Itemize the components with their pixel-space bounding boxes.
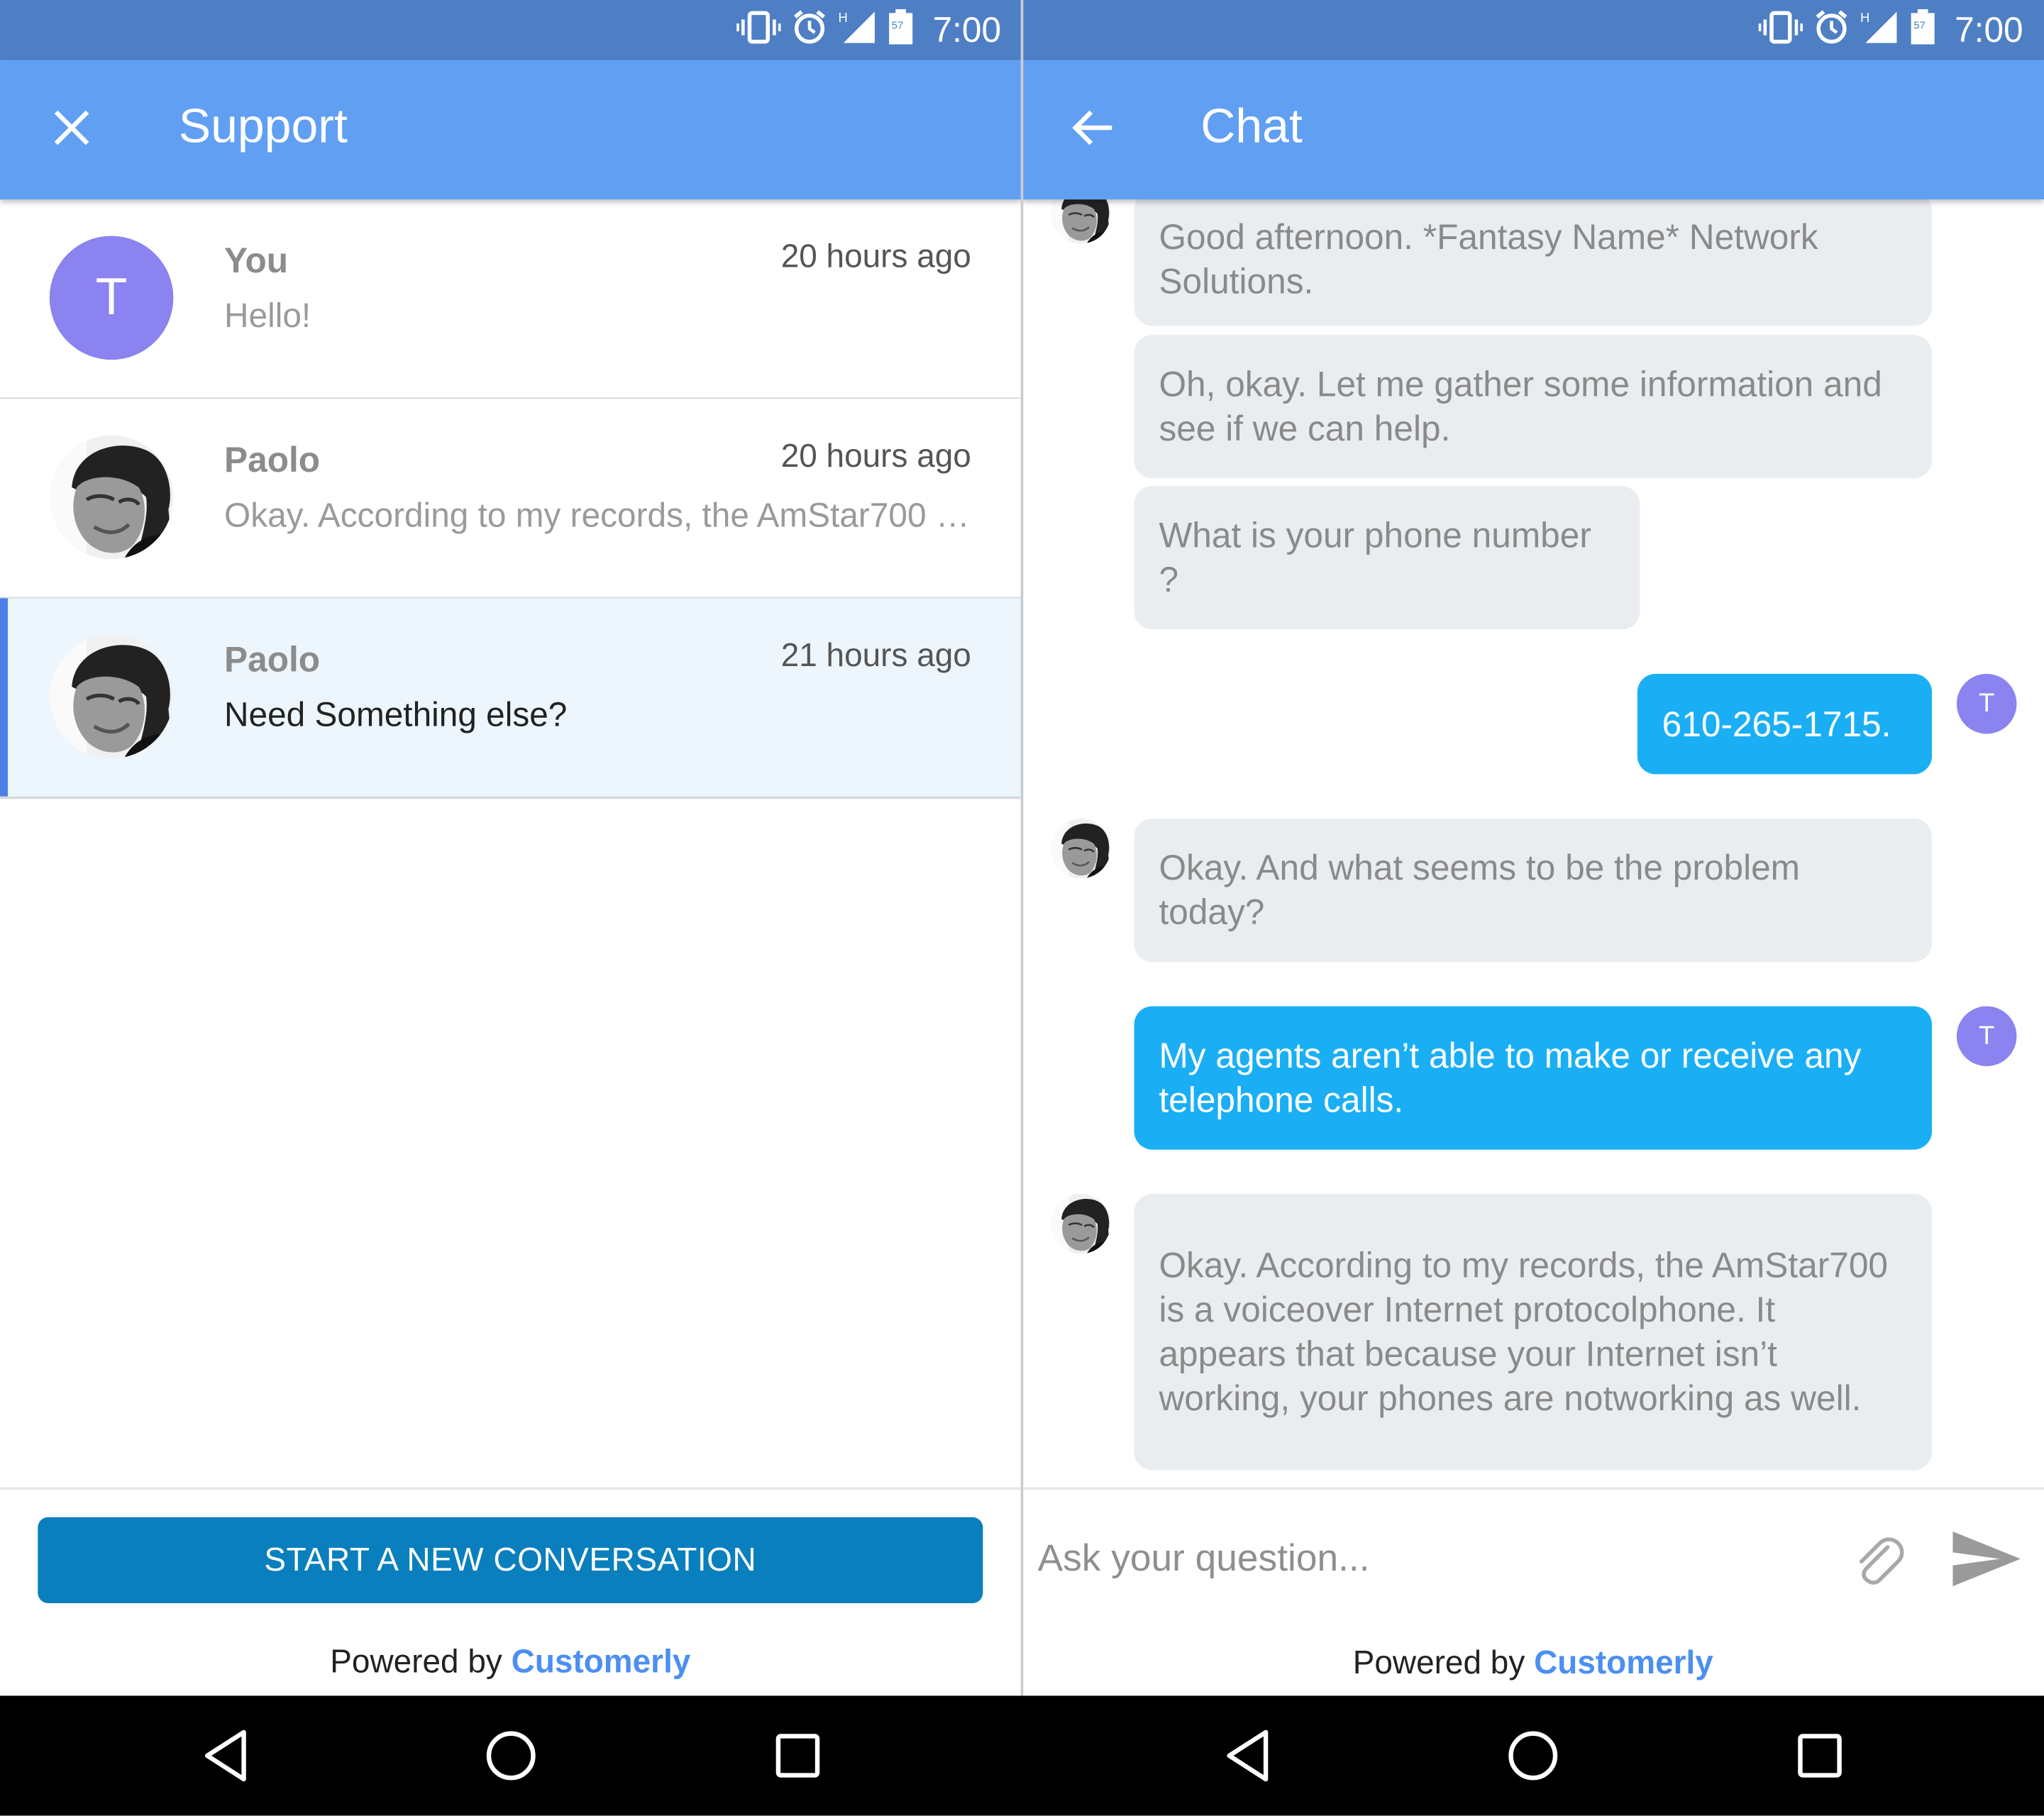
page-title: Support <box>178 99 348 153</box>
alarm-icon <box>1814 9 1850 52</box>
conversation-time: 20 hours ago <box>780 238 971 275</box>
conversation-name: You <box>224 240 289 281</box>
support-footer: START A NEW CONVERSATION Powered by Cust… <box>0 1487 1021 1699</box>
svg-text:57: 57 <box>1914 20 1926 31</box>
paperclip-icon[interactable] <box>1848 1532 1906 1589</box>
conversation-preview: Okay. According to my records, the AmSta… <box>224 495 974 535</box>
message-list: Good afternoon. *Fantasy Name* Network S… <box>1022 199 2044 1487</box>
question-input[interactable] <box>1034 1518 1823 1600</box>
powered-by-label: Powered by <box>330 1643 502 1681</box>
battery-icon: 57 <box>888 8 915 52</box>
back-triangle-icon[interactable] <box>1215 1723 1280 1788</box>
recents-square-icon[interactable] <box>1787 1723 1852 1788</box>
status-time: 7:00 <box>932 9 1002 49</box>
close-icon[interactable] <box>43 99 101 157</box>
battery-icon: 57 <box>1911 8 1937 52</box>
conversation-item-selected[interactable]: Paolo 21 hours ago Need Something else? <box>0 598 1021 799</box>
user-message: 610-265-1715. <box>1637 673 1933 775</box>
page-title: Chat <box>1200 99 1303 153</box>
status-bar: H 57 7:00 <box>0 0 1022 60</box>
signal-h-icon: H <box>1861 9 1900 52</box>
brand-link[interactable]: Customerly <box>512 1644 691 1680</box>
user-message: My agents aren’t able to make or receive… <box>1134 1006 1933 1150</box>
avatar <box>50 635 174 759</box>
alarm-icon <box>792 9 828 52</box>
agent-message: Good afternoon. *Fantasy Name* Network S… <box>1134 199 1933 326</box>
composer <box>1022 1487 2044 1634</box>
svg-text:57: 57 <box>893 20 904 31</box>
conversation-name: Paolo <box>224 640 321 680</box>
svg-text:H: H <box>839 9 848 24</box>
status-bar: H 57 7:00 <box>1022 0 2044 60</box>
support-app-bar: Support <box>0 60 1022 200</box>
powered-by-label: Powered by <box>1352 1644 1525 1682</box>
home-circle-icon[interactable] <box>1501 1723 1566 1788</box>
back-triangle-icon[interactable] <box>193 1723 258 1788</box>
panel-divider <box>1020 0 1024 1696</box>
recents-square-icon[interactable] <box>766 1723 831 1788</box>
chat-screen: H 57 7:00 Chat Good afternoon. *Fantasy … <box>1022 0 2044 1816</box>
system-nav-bar <box>0 1695 2044 1816</box>
svg-text:H: H <box>1861 9 1870 24</box>
arrow-back-icon[interactable] <box>1064 99 1121 157</box>
powered-by: Powered by Customerly <box>0 1644 1021 1681</box>
agent-message: Oh, okay. Let me gather some information… <box>1134 335 1933 479</box>
agent-avatar <box>1051 819 1111 879</box>
agent-message: Okay. According to my records, the AmSta… <box>1134 1194 1933 1471</box>
agent-avatar <box>1051 1194 1111 1254</box>
vibrate-icon <box>1759 10 1803 50</box>
brand-link[interactable]: Customerly <box>1534 1645 1713 1681</box>
conversation-preview: Need Something else? <box>224 694 568 734</box>
avatar: T <box>49 236 174 360</box>
conversation-item[interactable]: T You 20 hours ago Hello! <box>0 199 1021 401</box>
chat-app-bar: Chat <box>1022 60 2044 200</box>
signal-h-icon: H <box>839 9 878 52</box>
conversation-preview: Hello! <box>224 296 311 336</box>
screenshot-stage: H 57 7:00 Support T You 20 hours ago Hel… <box>0 0 2044 1816</box>
powered-by: Powered by Customerly <box>1022 1645 2044 1683</box>
support-screen: H 57 7:00 Support T You 20 hours ago Hel… <box>0 0 1022 1816</box>
user-avatar: T <box>1956 1006 2017 1066</box>
status-time: 7:00 <box>1955 9 2023 49</box>
send-icon[interactable] <box>1950 1527 2023 1592</box>
home-circle-icon[interactable] <box>478 1723 543 1788</box>
vibrate-icon <box>736 10 782 50</box>
start-new-conversation-button[interactable]: START A NEW CONVERSATION <box>38 1517 983 1604</box>
agent-message: What is your phone number ? <box>1134 486 1640 630</box>
user-avatar: T <box>1956 673 2017 734</box>
avatar <box>50 436 174 560</box>
conversation-name: Paolo <box>224 441 321 480</box>
conversation-time: 21 hours ago <box>780 637 971 674</box>
conversation-item[interactable]: Paolo 20 hours ago Okay. According to my… <box>0 399 1021 600</box>
agent-message: Okay. And what seems to be the problem t… <box>1134 818 1933 963</box>
conversation-time: 20 hours ago <box>780 438 971 475</box>
agent-avatar <box>1051 199 1111 243</box>
